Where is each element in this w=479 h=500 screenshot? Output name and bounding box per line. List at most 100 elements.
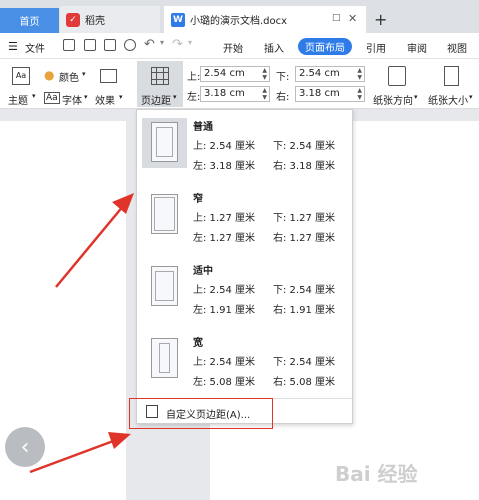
margin-preset-name: 适中 [193, 266, 213, 277]
effect-icon[interactable] [100, 69, 117, 83]
tab-document[interactable]: W 小璐的演示文档.docx □ ✕ [164, 6, 366, 33]
font-dropdown-icon[interactable]: ▾ [84, 93, 88, 101]
chevron-left-icon: ‹ [20, 434, 30, 460]
hamburger-icon[interactable]: ☰ [8, 40, 18, 53]
undo-dropdown-icon[interactable]: ▾ [160, 38, 164, 47]
paper-size-dropdown-icon[interactable]: ▾ [469, 93, 473, 101]
watermark: Bai 经验 [335, 462, 418, 486]
margin-preset-left: 左: 3.18 厘米 [193, 161, 255, 172]
margin-preset-bottom: 下: 1.27 厘米 [273, 213, 335, 224]
margin-preset-top: 上: 2.54 厘米 [193, 357, 255, 368]
previous-page-button[interactable]: ‹ [5, 427, 45, 467]
left-margin-value: 3.18 cm [204, 88, 245, 99]
color-dropdown-icon[interactable]: ▾ [82, 70, 86, 78]
bottom-margin-value: 2.54 cm [299, 68, 340, 79]
top-margin-spinner[interactable]: ▲ ▼ [262, 67, 267, 81]
margin-preset-left: 左: 1.27 厘米 [193, 233, 255, 244]
undo-icon[interactable]: ↶ [144, 37, 155, 52]
margin-preset-right: 右: 5.08 厘米 [273, 377, 335, 388]
tab-daoke[interactable]: ✓ 稻壳 [60, 6, 160, 33]
paper-size-icon[interactable] [444, 66, 459, 86]
daoke-logo-icon: ✓ [66, 12, 80, 27]
margin-preset-right: 右: 1.91 厘米 [273, 305, 335, 316]
margin-preset-thumbnail [142, 190, 187, 240]
margin-preset-bottom: 下: 2.54 厘米 [273, 285, 335, 296]
effect-dropdown-icon[interactable]: ▾ [119, 93, 123, 101]
bottom-margin-field[interactable]: 2.54 cm ▲ ▼ [295, 66, 365, 82]
close-tab-icon[interactable]: ✕ [348, 12, 357, 25]
bottom-margin-spinner[interactable]: ▲ ▼ [357, 67, 362, 81]
annotation-highlight-box [129, 398, 273, 429]
pin-icon[interactable]: □ [332, 13, 341, 23]
left-margin-field[interactable]: 3.18 cm ▲ ▼ [200, 86, 270, 102]
theme-dropdown-icon[interactable]: ▾ [32, 92, 36, 100]
color-palette-icon[interactable]: ● [44, 68, 54, 82]
theme-label[interactable]: 主题 [8, 92, 28, 107]
margin-preset-moderate[interactable]: 适中 上: 2.54 厘米 下: 2.54 厘米 左: 1.91 厘米 右: 1… [137, 254, 352, 326]
margins-dropdown: 普通 上: 2.54 厘米 下: 2.54 厘米 左: 3.18 厘米 右: 3… [136, 109, 353, 424]
right-margin-field[interactable]: 3.18 cm ▲ ▼ [295, 86, 365, 102]
margin-preset-right: 右: 3.18 厘米 [273, 161, 335, 172]
page-margins-button[interactable]: 页边距 ▾ [137, 61, 183, 107]
tab-home[interactable]: 首页 [0, 8, 59, 33]
menu-page-layout-label: 页面布局 [305, 43, 345, 54]
redo-icon[interactable]: ↷ [172, 37, 183, 52]
menu-references[interactable]: 引用 [366, 40, 386, 55]
margin-preset-normal[interactable]: 普通 上: 2.54 厘米 下: 2.54 厘米 左: 3.18 厘米 右: 3… [137, 110, 352, 182]
export-icon[interactable] [84, 39, 96, 51]
menu-page-layout[interactable]: 页面布局 [298, 38, 352, 55]
margin-preset-top: 上: 1.27 厘米 [193, 213, 255, 224]
title-bar: 首页 ✓ 稻壳 W 小璐的演示文档.docx □ ✕ + [0, 0, 479, 33]
right-margin-spinner[interactable]: ▲ ▼ [357, 87, 362, 101]
menu-file[interactable]: 文件 [25, 40, 45, 55]
paper-size-label[interactable]: 纸张大小 [428, 92, 468, 107]
top-margin-value: 2.54 cm [204, 68, 245, 79]
font-icon[interactable]: Aa [44, 92, 60, 104]
print-icon[interactable] [104, 39, 116, 51]
top-margin-field[interactable]: 2.54 cm ▲ ▼ [200, 66, 270, 82]
tab-home-label: 首页 [19, 17, 40, 28]
margin-preset-narrow[interactable]: 窄 上: 1.27 厘米 下: 1.27 厘米 左: 1.27 厘米 右: 1.… [137, 182, 352, 254]
right-margin-value: 3.18 cm [299, 88, 340, 99]
tab-document-label: 小璐的演示文档.docx [190, 16, 288, 27]
orientation-dropdown-icon[interactable]: ▾ [414, 93, 418, 101]
preview-icon[interactable] [124, 39, 136, 51]
margin-preset-wide[interactable]: 宽 上: 2.54 厘米 下: 2.54 厘米 左: 5.08 厘米 右: 5.… [137, 326, 352, 398]
save-icon[interactable] [63, 39, 75, 51]
menu-start[interactable]: 开始 [223, 40, 243, 55]
bottom-margin-label: 下: [276, 72, 290, 83]
page-margins-label: 页边距 [141, 96, 171, 107]
orientation-label[interactable]: 纸张方向 [373, 92, 413, 107]
margin-preset-thumbnail [142, 118, 187, 168]
font-label[interactable]: 字体 [62, 92, 82, 107]
page-margins-icon [151, 67, 169, 85]
margin-preset-bottom: 下: 2.54 厘米 [273, 357, 335, 368]
color-label[interactable]: 颜色 [59, 69, 79, 84]
wps-writer-icon: W [171, 12, 185, 27]
theme-icon[interactable]: Aa [12, 67, 30, 85]
left-margin-label: 左: [187, 92, 201, 103]
menu-bar: ☰ 文件 ↶ ▾ ↷ ▾ 开始 插入 页面布局 引用 审阅 视图 [0, 33, 479, 59]
orientation-icon[interactable] [388, 66, 406, 86]
page-margins-dropdown-icon: ▾ [173, 93, 177, 101]
menu-view[interactable]: 视图 [447, 40, 467, 55]
tab-daoke-label: 稻壳 [85, 16, 105, 27]
margin-preset-left: 左: 5.08 厘米 [193, 377, 255, 388]
margin-preset-top: 上: 2.54 厘米 [193, 141, 255, 152]
menu-insert[interactable]: 插入 [264, 40, 284, 55]
right-margin-label: 右: [276, 92, 290, 103]
margin-preset-thumbnail [142, 334, 187, 384]
new-tab-icon[interactable]: + [374, 10, 387, 29]
top-margin-label: 上: [187, 72, 201, 83]
margin-preset-top: 上: 2.54 厘米 [193, 285, 255, 296]
menu-review[interactable]: 审阅 [407, 40, 427, 55]
margin-preset-bottom: 下: 2.54 厘米 [273, 141, 335, 152]
margin-preset-right: 右: 1.27 厘米 [273, 233, 335, 244]
left-margin-spinner[interactable]: ▲ ▼ [262, 87, 267, 101]
margin-preset-thumbnail [142, 262, 187, 312]
effect-label[interactable]: 效果 [95, 92, 115, 107]
margin-preset-name: 普通 [193, 122, 213, 133]
redo-dropdown-icon[interactable]: ▾ [188, 38, 192, 47]
margin-preset-left: 左: 1.91 厘米 [193, 305, 255, 316]
margin-preset-name: 宽 [193, 338, 203, 349]
